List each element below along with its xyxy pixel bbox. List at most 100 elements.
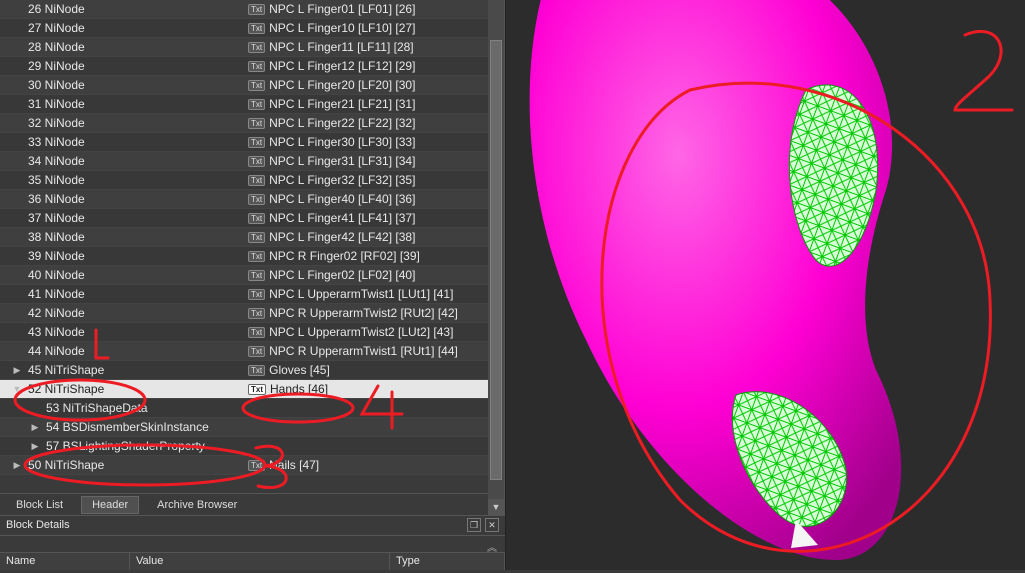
col-value[interactable]: Value: [130, 553, 390, 570]
close-icon[interactable]: ✕: [485, 518, 499, 532]
node-id-type: 52 NiTriShape: [28, 380, 104, 399]
txt-badge-icon: Txt: [248, 346, 265, 357]
node-value-text: NPC R Finger02 [RF02] [39]: [269, 247, 420, 266]
3d-viewport[interactable]: [505, 0, 1025, 570]
tree-row-45[interactable]: ▶45 NiTriShapeTxtGloves [45]: [0, 361, 504, 380]
scroll-down-arrow[interactable]: ▼: [488, 499, 504, 515]
node-id-type: 34 NiNode: [28, 152, 85, 171]
block-tree: 26 NiNodeTxtNPC L Finger01 [LF01] [26]27…: [0, 0, 505, 515]
tab-header[interactable]: Header: [81, 496, 139, 514]
node-value: Txt NPC L Finger21 [LF21] [31]: [248, 95, 415, 114]
details-column-headers: Name Value Type: [0, 552, 505, 570]
node-id-type: 44 NiNode: [28, 342, 85, 361]
node-id-type: 45 NiTriShape: [28, 361, 104, 380]
txt-badge-icon: Txt: [248, 137, 265, 148]
node-id-type: 53 NiTriShapeData: [46, 399, 148, 418]
tree-row-43[interactable]: 43 NiNode TxtNPC L UpperarmTwist2 [LUt2] …: [0, 323, 504, 342]
node-value-text: NPC L Finger20 [LF20] [30]: [269, 76, 415, 95]
tree-row-37[interactable]: 37 NiNodeTxtNPC L Finger41 [LF41] [37]: [0, 209, 504, 228]
tree-row-30[interactable]: 30 NiNodeTxtNPC L Finger20 [LF20] [30]: [0, 76, 504, 95]
node-id-type: 29 NiNode: [28, 57, 85, 76]
node-value: TxtNPC L Finger11 [LF11] [28]: [248, 38, 414, 57]
tree-row-41[interactable]: 41 NiNodeTxtNPC L UpperarmTwist1 [LUt1] …: [0, 285, 504, 304]
tree-row-32[interactable]: 32 NiNodeTxtNPC L Finger22 [LF22] [32]: [0, 114, 504, 133]
node-value: TxtNPC L Finger22 [LF22] [32]: [248, 114, 415, 133]
node-value: TxtNPC L Finger31 [LF31] [34]: [248, 152, 415, 171]
tree-scroll[interactable]: 26 NiNodeTxtNPC L Finger01 [LF01] [26]27…: [0, 0, 504, 475]
tree-row-34[interactable]: 34 NiNode TxtNPC L Finger31 [LF31] [34]: [0, 152, 504, 171]
tree-row-27[interactable]: 27 NiNodeTxtNPC L Finger10 [LF10] [27]: [0, 19, 504, 38]
node-value: Txt NPC L Finger12 [LF12] [29]: [248, 57, 415, 76]
col-type[interactable]: Type: [390, 553, 505, 570]
node-id-type: 43 NiNode: [28, 323, 85, 342]
node-id-type: 36 NiNode: [28, 190, 85, 209]
tree-row-38[interactable]: 38 NiNodeTxtNPC L Finger42 [LF42] [38]: [0, 228, 504, 247]
tree-row-54[interactable]: ▶54 BSDismemberSkinInstance: [0, 418, 504, 437]
node-value-text: Nails [47]: [269, 456, 319, 475]
node-value-text: NPC L Finger01 [LF01] [26]: [269, 0, 415, 19]
tree-row-26[interactable]: 26 NiNodeTxtNPC L Finger01 [LF01] [26]: [0, 0, 504, 19]
tree-row-29[interactable]: 29 NiNode Txt NPC L Finger12 [LF12] [29]: [0, 57, 504, 76]
node-value-text: NPC L Finger21 [LF21] [31]: [269, 95, 415, 114]
node-value: TxtNPC L Finger02 [LF02] [40]: [248, 266, 415, 285]
txt-badge-icon: Txt: [248, 232, 265, 243]
node-value: TxtNPC L UpperarmTwist2 [LUt2] [43]: [248, 323, 453, 342]
node-value: Txt NPC L Finger20 [LF20] [30]: [248, 76, 415, 95]
panel-tabs: Block List Header Archive Browser: [0, 493, 488, 515]
node-value: TxtNails [47]: [248, 456, 319, 475]
node-id-type: 42 NiNode: [28, 304, 85, 323]
txt-badge-icon: Txt: [248, 308, 265, 319]
tab-block-list[interactable]: Block List: [6, 497, 73, 513]
left-panel: 26 NiNodeTxtNPC L Finger01 [LF01] [26]27…: [0, 0, 505, 570]
tree-row-35[interactable]: 35 NiNodeTxtNPC L Finger32 [LF32] [35]: [0, 171, 504, 190]
node-value: Txt NPC R UpperarmTwist2 [RUt2] [42]: [248, 304, 458, 323]
tree-row-42[interactable]: 42 NiNode Txt NPC R UpperarmTwist2 [RUt2] …: [0, 304, 504, 323]
node-value-text: NPC L UpperarmTwist2 [LUt2] [43]: [269, 323, 453, 342]
node-value-text: NPC L Finger42 [LF42] [38]: [269, 228, 415, 247]
node-value-text: Gloves [45]: [269, 361, 330, 380]
txt-badge-icon: Txt: [248, 80, 265, 91]
node-value: TxtHands [46]: [248, 380, 328, 399]
txt-badge-icon: Txt: [248, 175, 265, 186]
node-value: TxtNPC L Finger30 [LF30] [33]: [248, 133, 415, 152]
node-value: Txt NPC L Finger42 [LF42] [38]: [248, 228, 415, 247]
txt-badge-icon: Txt: [248, 194, 265, 205]
node-value-text: NPC L Finger02 [LF02] [40]: [269, 266, 415, 285]
node-value-text: NPC R UpperarmTwist2 [RUt2] [42]: [269, 304, 458, 323]
col-name[interactable]: Name: [0, 553, 130, 570]
node-value: TxtGloves [45]: [248, 361, 330, 380]
node-value-text: NPC L Finger12 [LF12] [29]: [269, 57, 415, 76]
tree-row-53[interactable]: 53 NiTriShapeData: [0, 399, 504, 418]
txt-badge-icon: Txt: [248, 251, 265, 262]
tab-archive-browser[interactable]: Archive Browser: [147, 497, 247, 513]
tree-row-52[interactable]: ▼52 NiTriShapeTxtHands [46]: [0, 380, 504, 399]
node-value-text: NPC L Finger10 [LF10] [27]: [269, 19, 415, 38]
node-value: TxtNPC L Finger32 [LF32] [35]: [248, 171, 415, 190]
scrollbar-thumb[interactable]: [490, 40, 502, 480]
collapse-row: ︽: [0, 535, 505, 553]
txt-badge-icon: Txt: [248, 42, 265, 53]
tree-row-28[interactable]: 28 NiNodeTxtNPC L Finger11 [LF11] [28]: [0, 38, 504, 57]
tree-row-50[interactable]: ▶50 NiTriShapeTxtNails [47]: [0, 456, 504, 475]
restore-icon[interactable]: ❐: [467, 518, 481, 532]
node-id-type: 57 BSLightingShaderProperty: [46, 437, 205, 456]
node-id-type: 41 NiNode: [28, 285, 85, 304]
node-value-text: NPC L Finger41 [LF41] [37]: [269, 209, 415, 228]
node-id-type: 54 BSDismemberSkinInstance: [46, 418, 209, 437]
chevron-up-icon[interactable]: ︽: [487, 539, 497, 554]
tree-row-31[interactable]: 31 NiNodeTxtNPC L Finger21 [LF21] [31]: [0, 95, 504, 114]
node-value-text: NPC L UpperarmTwist1 [LUt1] [41]: [269, 285, 453, 304]
txt-badge-icon: Txt: [248, 61, 265, 72]
node-id-type: 33 NiNode: [28, 133, 85, 152]
tree-row-36[interactable]: 36 NiNode TxtNPC L Finger40 [LF40] [36]: [0, 190, 504, 209]
node-value: TxtNPC L Finger40 [LF40] [36]: [248, 190, 415, 209]
tree-row-33[interactable]: 33 NiNode TxtNPC L Finger30 [LF30] [33]: [0, 133, 504, 152]
txt-badge-icon: Txt: [248, 99, 265, 110]
node-value: TxtNPC L Finger10 [LF10] [27]: [248, 19, 415, 38]
tree-row-40[interactable]: 40 NiNodeTxtNPC L Finger02 [LF02] [40]: [0, 266, 504, 285]
tree-row-44[interactable]: 44 NiNodeTxtNPC R UpperarmTwist1 [RUt1] …: [0, 342, 504, 361]
node-value-text: Hands [46]: [270, 380, 328, 399]
vertical-scrollbar[interactable]: ▼: [488, 0, 504, 515]
tree-row-39[interactable]: 39 NiNodeTxtNPC R Finger02 [RF02] [39]: [0, 247, 504, 266]
tree-row-57[interactable]: ▶57 BSLightingShaderProperty: [0, 437, 504, 456]
